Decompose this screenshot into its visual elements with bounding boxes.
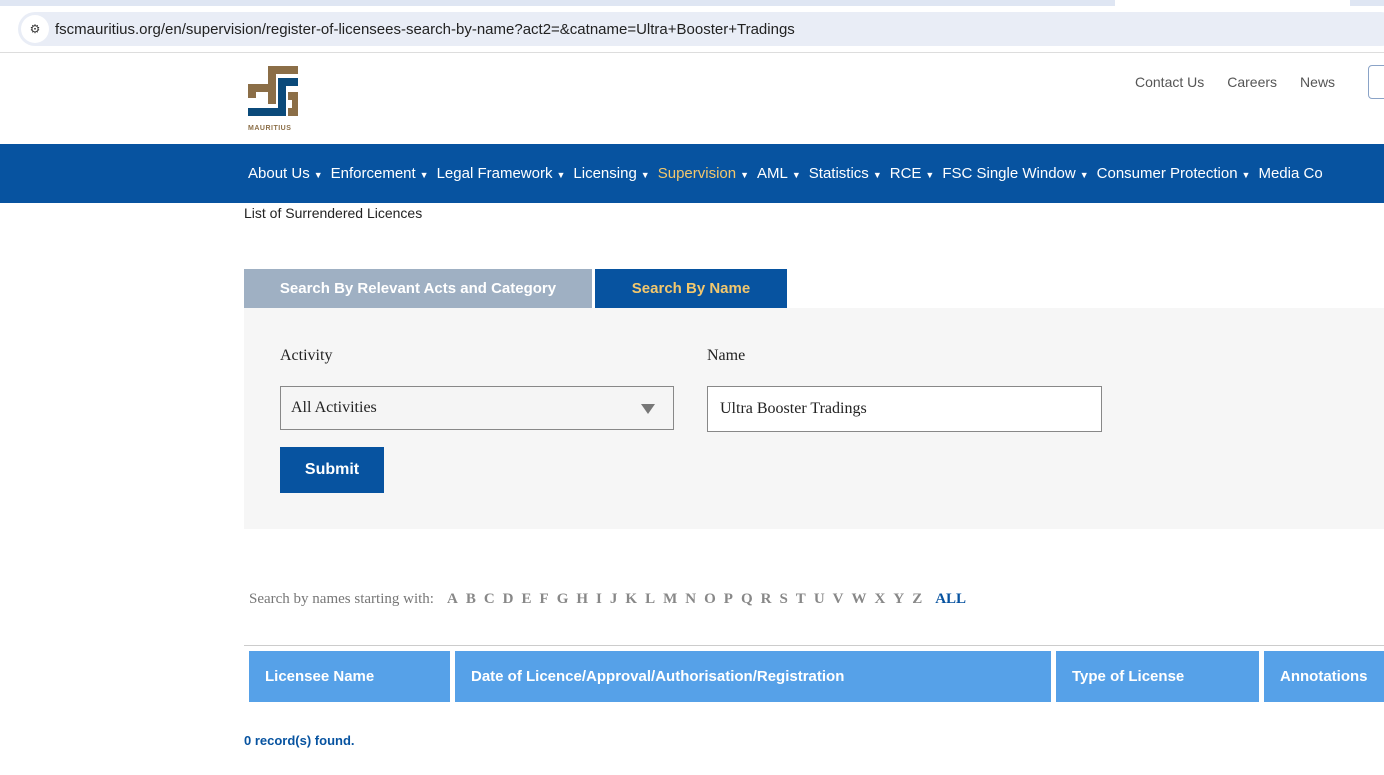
alpha-link-h[interactable]: H: [576, 591, 588, 608]
main-nav: About Us ▼ Enforcement ▼ Legal Framework ▼ …: [0, 144, 1384, 203]
divider: [244, 645, 1384, 646]
nav-aml[interactable]: AML ▼: [757, 165, 801, 182]
search-form: Activity Name All Activities Ultra Boost…: [244, 308, 1384, 529]
alpha-link-x[interactable]: X: [875, 591, 886, 608]
nav-about-us[interactable]: About Us ▼: [248, 165, 323, 182]
activity-select[interactable]: All Activities: [280, 386, 674, 430]
nav-rce[interactable]: RCE ▼: [890, 165, 935, 182]
caret-down-icon: ▼: [872, 170, 882, 180]
nav-consumer-protection[interactable]: Consumer Protection ▼: [1097, 165, 1251, 182]
alpha-link-b[interactable]: B: [466, 591, 476, 608]
nav-legal-framework[interactable]: Legal Framework ▼: [437, 165, 566, 182]
alpha-link-i[interactable]: I: [596, 591, 602, 608]
caret-down-icon: ▼: [313, 170, 323, 180]
alpha-link-o[interactable]: O: [704, 591, 716, 608]
alpha-link-t[interactable]: T: [796, 591, 806, 608]
nav-fsc-single-window[interactable]: FSC Single Window ▼: [942, 165, 1088, 182]
alpha-link-m[interactable]: M: [663, 591, 677, 608]
name-input[interactable]: Ultra Booster Tradings: [707, 386, 1102, 432]
alpha-link-u[interactable]: U: [814, 591, 825, 608]
address-bar[interactable]: ⚙ fscmauritius.org/en/supervision/regist…: [18, 12, 1384, 46]
alpha-link-f[interactable]: F: [540, 591, 549, 608]
nav-supervision[interactable]: Supervision ▼: [658, 165, 749, 182]
alpha-link-z[interactable]: Z: [912, 591, 922, 608]
alphabet-filter: Search by names starting with: ABCDEFGHI…: [249, 591, 966, 608]
dropdown-arrow-icon: [641, 404, 655, 414]
activity-label: Activity: [280, 347, 333, 364]
alpha-link-e[interactable]: E: [522, 591, 532, 608]
name-label: Name: [707, 347, 746, 364]
alpha-link-a[interactable]: A: [447, 591, 458, 608]
alpha-link-l[interactable]: L: [645, 591, 655, 608]
alpha-link-g[interactable]: G: [557, 591, 569, 608]
divider: [0, 52, 1384, 53]
alpha-link-r[interactable]: R: [761, 591, 772, 608]
svg-text:MAURITIUS: MAURITIUS: [248, 125, 291, 132]
alpha-link-y[interactable]: Y: [893, 591, 904, 608]
alpha-link-v[interactable]: V: [833, 591, 844, 608]
tab-search-by-acts[interactable]: Search By Relevant Acts and Category: [244, 269, 592, 308]
caret-down-icon: ▼: [1079, 170, 1089, 180]
contact-us-link[interactable]: Contact Us: [1135, 74, 1204, 90]
caret-down-icon: ▼: [419, 170, 429, 180]
fsc-logo[interactable]: MAURITIUS: [248, 64, 300, 139]
header-licensee-name[interactable]: Licensee Name: [249, 651, 450, 702]
alpha-label: Search by names starting with:: [249, 591, 434, 607]
alpha-link-d[interactable]: D: [503, 591, 514, 608]
url-text[interactable]: fscmauritius.org/en/supervision/register…: [55, 21, 795, 38]
nav-licensing[interactable]: Licensing ▼: [573, 165, 649, 182]
site-settings-icon[interactable]: ⚙: [21, 15, 49, 43]
record-count: 0 record(s) found.: [244, 733, 355, 748]
alpha-link-w[interactable]: W: [852, 591, 867, 608]
alpha-link-c[interactable]: C: [484, 591, 495, 608]
alpha-link-k[interactable]: K: [625, 591, 637, 608]
alpha-all-link[interactable]: ALL: [935, 591, 966, 608]
header-type-of-license[interactable]: Type of License: [1056, 651, 1259, 702]
caret-down-icon: ▼: [925, 170, 935, 180]
caret-down-icon: ▼: [791, 170, 801, 180]
alpha-link-n[interactable]: N: [685, 591, 696, 608]
browser-tab[interactable]: [1115, 0, 1350, 6]
careers-link[interactable]: Careers: [1227, 74, 1277, 90]
news-link[interactable]: News: [1300, 74, 1335, 90]
caret-down-icon: ▼: [740, 170, 750, 180]
caret-down-icon: ▼: [640, 170, 650, 180]
alpha-link-q[interactable]: Q: [741, 591, 753, 608]
header-date-of-licence[interactable]: Date of Licence/Approval/Authorisation/R…: [455, 651, 1051, 702]
browser-tab-strip: [0, 0, 1384, 6]
caret-down-icon: ▼: [556, 170, 566, 180]
nav-statistics[interactable]: Statistics ▼: [809, 165, 882, 182]
alpha-link-p[interactable]: P: [724, 591, 733, 608]
tab-search-by-name[interactable]: Search By Name: [595, 269, 787, 308]
submit-button[interactable]: Submit: [280, 447, 384, 493]
nav-media-corner[interactable]: Media Co: [1258, 165, 1322, 182]
caret-down-icon: ▼: [1241, 170, 1251, 180]
search-box[interactable]: [1368, 65, 1384, 99]
nav-enforcement[interactable]: Enforcement ▼: [331, 165, 429, 182]
header-annotations[interactable]: Annotations: [1264, 651, 1384, 702]
alpha-link-j[interactable]: J: [610, 591, 618, 608]
alpha-link-s[interactable]: S: [779, 591, 787, 608]
surrendered-licences-link[interactable]: List of Surrendered Licences: [244, 205, 422, 221]
